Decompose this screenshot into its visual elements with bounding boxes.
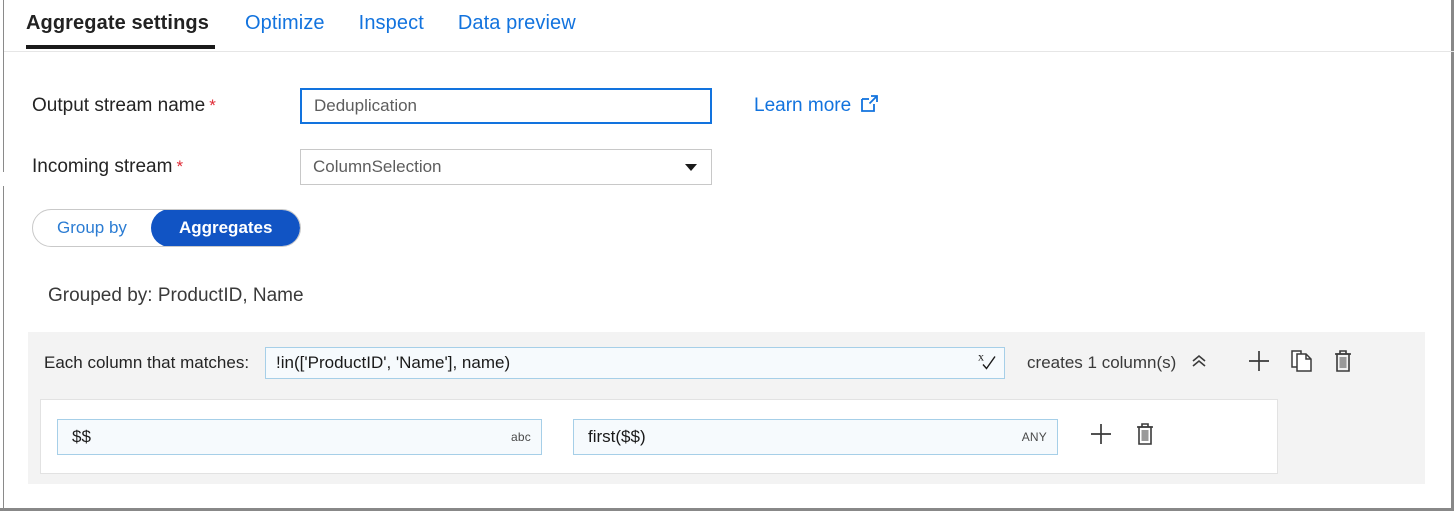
aggregate-settings-panel: Aggregate settings Optimize Inspect Data… <box>0 0 1454 511</box>
aggregate-expression-input[interactable]: first($$) ANY <box>573 419 1058 455</box>
expression-value: !in(['ProductID', 'Name'], name) <box>276 353 510 373</box>
incoming-stream-row: Incoming stream* ColumnSelection <box>4 143 1451 191</box>
expression-builder-icon[interactable]: x <box>977 350 997 377</box>
label-text: Incoming stream <box>32 156 172 177</box>
tab-label: Inspect <box>359 12 424 34</box>
output-stream-name-input[interactable]: Deduplication <box>300 88 712 124</box>
input-value: first($$) <box>588 427 646 447</box>
trash-icon[interactable] <box>1332 348 1354 379</box>
tab-data-preview[interactable]: Data preview <box>458 10 596 49</box>
left-edge-rule-bottom <box>3 186 4 511</box>
trash-icon[interactable] <box>1134 421 1156 452</box>
label-text: Output stream name <box>32 95 205 116</box>
rule-action-icons <box>1246 348 1354 379</box>
required-asterisk: * <box>176 157 183 176</box>
toggle-option-group-by[interactable]: Group by <box>33 209 151 247</box>
incoming-stream-select[interactable]: ColumnSelection <box>300 149 712 185</box>
required-asterisk: * <box>209 96 216 115</box>
chevron-down-icon <box>685 164 697 171</box>
match-expression-input[interactable]: !in(['ProductID', 'Name'], name) x <box>265 347 1005 379</box>
input-value: Deduplication <box>314 96 417 116</box>
input-value: $$ <box>72 427 91 447</box>
plus-icon[interactable] <box>1246 348 1272 379</box>
aggregate-type-tag: ANY <box>1022 430 1047 444</box>
copy-icon[interactable] <box>1290 348 1314 379</box>
toggle-label: Aggregates <box>179 218 273 238</box>
tab-inspect[interactable]: Inspect <box>359 10 444 49</box>
groupby-aggregates-toggle: Group by Aggregates <box>32 209 301 247</box>
grouped-by-summary: Grouped by: ProductID, Name <box>48 285 304 307</box>
settings-form: Output stream name* Deduplication Learn … <box>4 52 1451 191</box>
learn-more-label: Learn more <box>754 95 851 117</box>
plus-icon[interactable] <box>1088 421 1114 452</box>
toggle-label: Group by <box>57 218 127 238</box>
column-type-tag: abc <box>511 430 531 444</box>
column-name-input[interactable]: $$ abc <box>57 419 542 455</box>
tab-bar: Aggregate settings Optimize Inspect Data… <box>4 0 1451 52</box>
select-value: ColumnSelection <box>313 157 442 177</box>
toggle-option-aggregates[interactable]: Aggregates <box>151 209 301 247</box>
output-stream-name-row: Output stream name* Deduplication Learn … <box>4 82 1451 130</box>
incoming-stream-label: Incoming stream* <box>32 156 300 178</box>
output-stream-name-label: Output stream name* <box>32 95 300 117</box>
learn-more-link[interactable]: Learn more <box>754 94 879 119</box>
creates-columns-text: creates 1 column(s) <box>1027 353 1176 373</box>
external-link-icon <box>860 94 879 119</box>
tab-aggregate-settings[interactable]: Aggregate settings <box>26 10 215 49</box>
mapping-action-icons <box>1088 421 1156 452</box>
tab-label: Data preview <box>458 12 576 34</box>
tab-optimize[interactable]: Optimize <box>245 10 345 49</box>
aggregate-rule-panel: Each column that matches: !in(['ProductI… <box>28 332 1425 484</box>
column-mapping-panel: $$ abc first($$) ANY <box>40 399 1278 474</box>
tab-label: Optimize <box>245 12 325 34</box>
double-chevron-up-icon[interactable] <box>1190 353 1208 374</box>
svg-text:x: x <box>978 350 984 364</box>
rule-match-row: Each column that matches: !in(['ProductI… <box>28 332 1425 394</box>
match-label: Each column that matches: <box>44 353 249 373</box>
tab-label: Aggregate settings <box>26 12 209 34</box>
